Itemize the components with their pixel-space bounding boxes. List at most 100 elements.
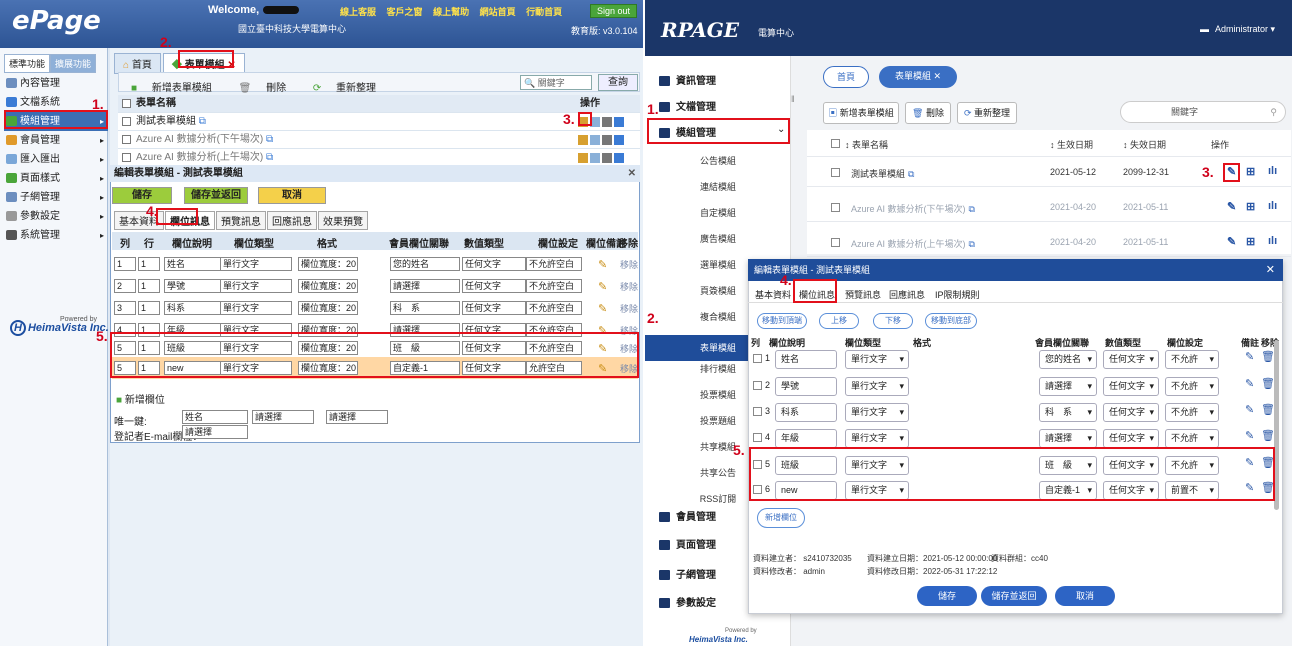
edit-icon[interactable]: ✎ bbox=[1245, 456, 1254, 469]
unique-select-3[interactable]: 請選擇 bbox=[326, 410, 388, 424]
tab-fields[interactable]: 欄位訊息 bbox=[799, 288, 835, 301]
sidebar-item[interactable]: 內容管理 bbox=[4, 74, 108, 93]
tab-effect[interactable]: 效果預覽 bbox=[318, 211, 368, 230]
scrollbar[interactable] bbox=[1274, 340, 1279, 510]
keyword-input[interactable]: 關鍵字 ⚲ bbox=[1120, 101, 1286, 123]
move-top-button[interactable]: 移動到頂端 bbox=[757, 313, 807, 329]
table-row[interactable]: 測試表單模組 ⧉ bbox=[118, 113, 640, 131]
setting-select[interactable]: 不允許 ▾ bbox=[1165, 456, 1219, 475]
field-type-select[interactable]: 單行文字 ▾ bbox=[845, 403, 909, 422]
remove-link[interactable]: 移除 bbox=[620, 324, 638, 337]
sidebar-item[interactable]: 系統管理 ▸ bbox=[4, 226, 108, 245]
refresh-button[interactable]: ⟳ 重新整理 bbox=[307, 76, 382, 97]
table-icon[interactable]: ⊞ bbox=[1246, 200, 1255, 213]
member-select[interactable]: 請選擇 bbox=[390, 279, 460, 293]
member-select[interactable]: 請選擇 ▾ bbox=[1039, 377, 1097, 396]
edit-icon[interactable]: ✎ bbox=[1227, 165, 1236, 178]
sidebar-item[interactable]: 參數設定 ▸ bbox=[4, 207, 108, 226]
close-icon[interactable]: ✕ bbox=[1266, 259, 1275, 281]
save-button[interactable]: 儲存 bbox=[112, 187, 172, 204]
edit-icon[interactable]: ✎ bbox=[1245, 377, 1254, 390]
add-field-button[interactable]: 新增欄位 bbox=[757, 508, 805, 528]
edit-icon[interactable]: ✎ bbox=[1245, 350, 1254, 363]
field-name-input[interactable]: new bbox=[775, 481, 837, 500]
trash-icon[interactable]: 🗑 bbox=[1261, 429, 1275, 442]
edit-icon[interactable]: ✎ bbox=[1227, 235, 1236, 248]
tab-fields[interactable]: 欄位訊息 bbox=[165, 211, 215, 230]
pencil-icon[interactable]: ✎ bbox=[598, 302, 607, 315]
col-select[interactable]: 1 bbox=[138, 279, 160, 293]
value-type-select[interactable]: 任何文字 bbox=[462, 301, 526, 315]
chart-icon[interactable]: ılı bbox=[1268, 200, 1277, 212]
remove-link[interactable]: 移除 bbox=[620, 342, 638, 355]
sidebar-item[interactable]: 頁面樣式 ▸ bbox=[4, 169, 108, 188]
setting-select[interactable]: 不允許 ▾ bbox=[1165, 403, 1219, 422]
member-select[interactable]: 科 系 ▾ bbox=[1039, 403, 1097, 422]
field-name-input[interactable]: 學號 bbox=[775, 377, 837, 396]
member-select[interactable]: 班 級 bbox=[390, 341, 460, 355]
add-field-button[interactable]: ■ 新增欄位 bbox=[116, 391, 165, 406]
sidebar-item[interactable]: 子網管理 ▸ bbox=[4, 188, 108, 207]
col-select[interactable]: 1 bbox=[138, 361, 160, 375]
field-type-select[interactable]: 單行文字 ▾ bbox=[845, 429, 909, 448]
col-select[interactable]: 1 bbox=[138, 341, 160, 355]
email-select[interactable]: 請選擇 bbox=[182, 425, 248, 439]
list-icon[interactable] bbox=[590, 135, 600, 145]
row-select[interactable]: 4 bbox=[114, 323, 136, 337]
value-type-select[interactable]: 任何文字 ▾ bbox=[1103, 377, 1159, 396]
member-select[interactable]: 班 級 ▾ bbox=[1039, 456, 1097, 475]
pencil-icon[interactable]: ✎ bbox=[598, 324, 607, 337]
value-type-select[interactable]: 任何文字 bbox=[462, 323, 526, 337]
trash-icon[interactable] bbox=[602, 117, 612, 127]
close-icon[interactable]: ✕ bbox=[227, 60, 235, 71]
move-bottom-button[interactable]: 移動到底部 bbox=[925, 313, 977, 329]
setting-select[interactable]: 不允許空白 bbox=[526, 301, 582, 315]
link-home[interactable]: 網站首頁 bbox=[480, 7, 516, 17]
field-name-input[interactable]: 科系 bbox=[775, 403, 837, 422]
save-button[interactable]: 儲存 bbox=[917, 586, 977, 606]
submenu-item[interactable]: 廣告模組 bbox=[645, 232, 791, 246]
row-checkbox[interactable] bbox=[122, 117, 131, 126]
edit-icon[interactable]: ✎ bbox=[1245, 481, 1254, 494]
move-up-button[interactable]: 上移 bbox=[819, 313, 859, 329]
row-select[interactable]: 5 bbox=[114, 361, 136, 375]
sidebar-item[interactable]: 頁面管理 bbox=[659, 536, 716, 551]
chart-icon[interactable]: ılı bbox=[1268, 165, 1277, 177]
move-down-button[interactable]: 下移 bbox=[873, 313, 913, 329]
pencil-icon[interactable]: ✎ bbox=[598, 280, 607, 293]
field-name-input[interactable]: 班級 bbox=[775, 456, 837, 475]
delete-button[interactable]: 🗑 刪除 bbox=[233, 76, 292, 97]
value-type-select[interactable]: 任何文字 ▾ bbox=[1103, 456, 1159, 475]
sidebar-item[interactable]: 模組管理 ⌄ bbox=[659, 124, 785, 139]
row-select[interactable]: 2 bbox=[114, 279, 136, 293]
submenu-item[interactable]: 連結模組 bbox=[645, 180, 791, 194]
tab-preview[interactable]: 預覽訊息 bbox=[216, 211, 266, 230]
field-name-input[interactable]: 姓名 bbox=[775, 350, 837, 369]
sidebar-item[interactable]: 參數設定 bbox=[659, 594, 716, 609]
field-name-input[interactable]: new bbox=[164, 361, 224, 375]
row-checkbox[interactable] bbox=[753, 407, 762, 416]
remove-link[interactable]: 移除 bbox=[620, 258, 638, 271]
value-type-select[interactable]: 任何文字 bbox=[462, 361, 526, 375]
value-type-select[interactable]: 任何文字 ▾ bbox=[1103, 481, 1159, 500]
edit-icon[interactable] bbox=[578, 135, 588, 145]
setting-select[interactable]: 前置不 ▾ bbox=[1165, 481, 1219, 500]
external-link-icon[interactable]: ⧉ bbox=[969, 204, 975, 214]
remove-link[interactable]: 移除 bbox=[620, 302, 638, 315]
external-link-icon[interactable]: ⧉ bbox=[266, 152, 273, 163]
field-type-select[interactable]: 單行文字 ▾ bbox=[845, 350, 909, 369]
query-button[interactable]: 查詢 bbox=[598, 74, 638, 91]
tab-extended[interactable]: 擴展功能 bbox=[50, 54, 97, 73]
format-input[interactable]: 欄位寬度：20 bbox=[298, 257, 358, 271]
format-input[interactable]: 欄位寬度：20 bbox=[298, 301, 358, 315]
chart-icon[interactable] bbox=[614, 117, 624, 127]
select-all-checkbox[interactable] bbox=[122, 99, 131, 108]
row-name[interactable]: 測試表單模組 ⧉ bbox=[851, 167, 914, 180]
row-checkbox[interactable] bbox=[753, 381, 762, 390]
field-type-select[interactable]: 單行文字 bbox=[220, 341, 292, 355]
field-name-input[interactable]: 年級 bbox=[164, 323, 224, 337]
value-type-select[interactable]: 任何文字 ▾ bbox=[1103, 429, 1159, 448]
member-select[interactable]: 您的姓名 ▾ bbox=[1039, 350, 1097, 369]
member-select[interactable]: 請選擇 ▾ bbox=[1039, 429, 1097, 448]
collapse-handle[interactable]: ‖ bbox=[791, 94, 795, 104]
